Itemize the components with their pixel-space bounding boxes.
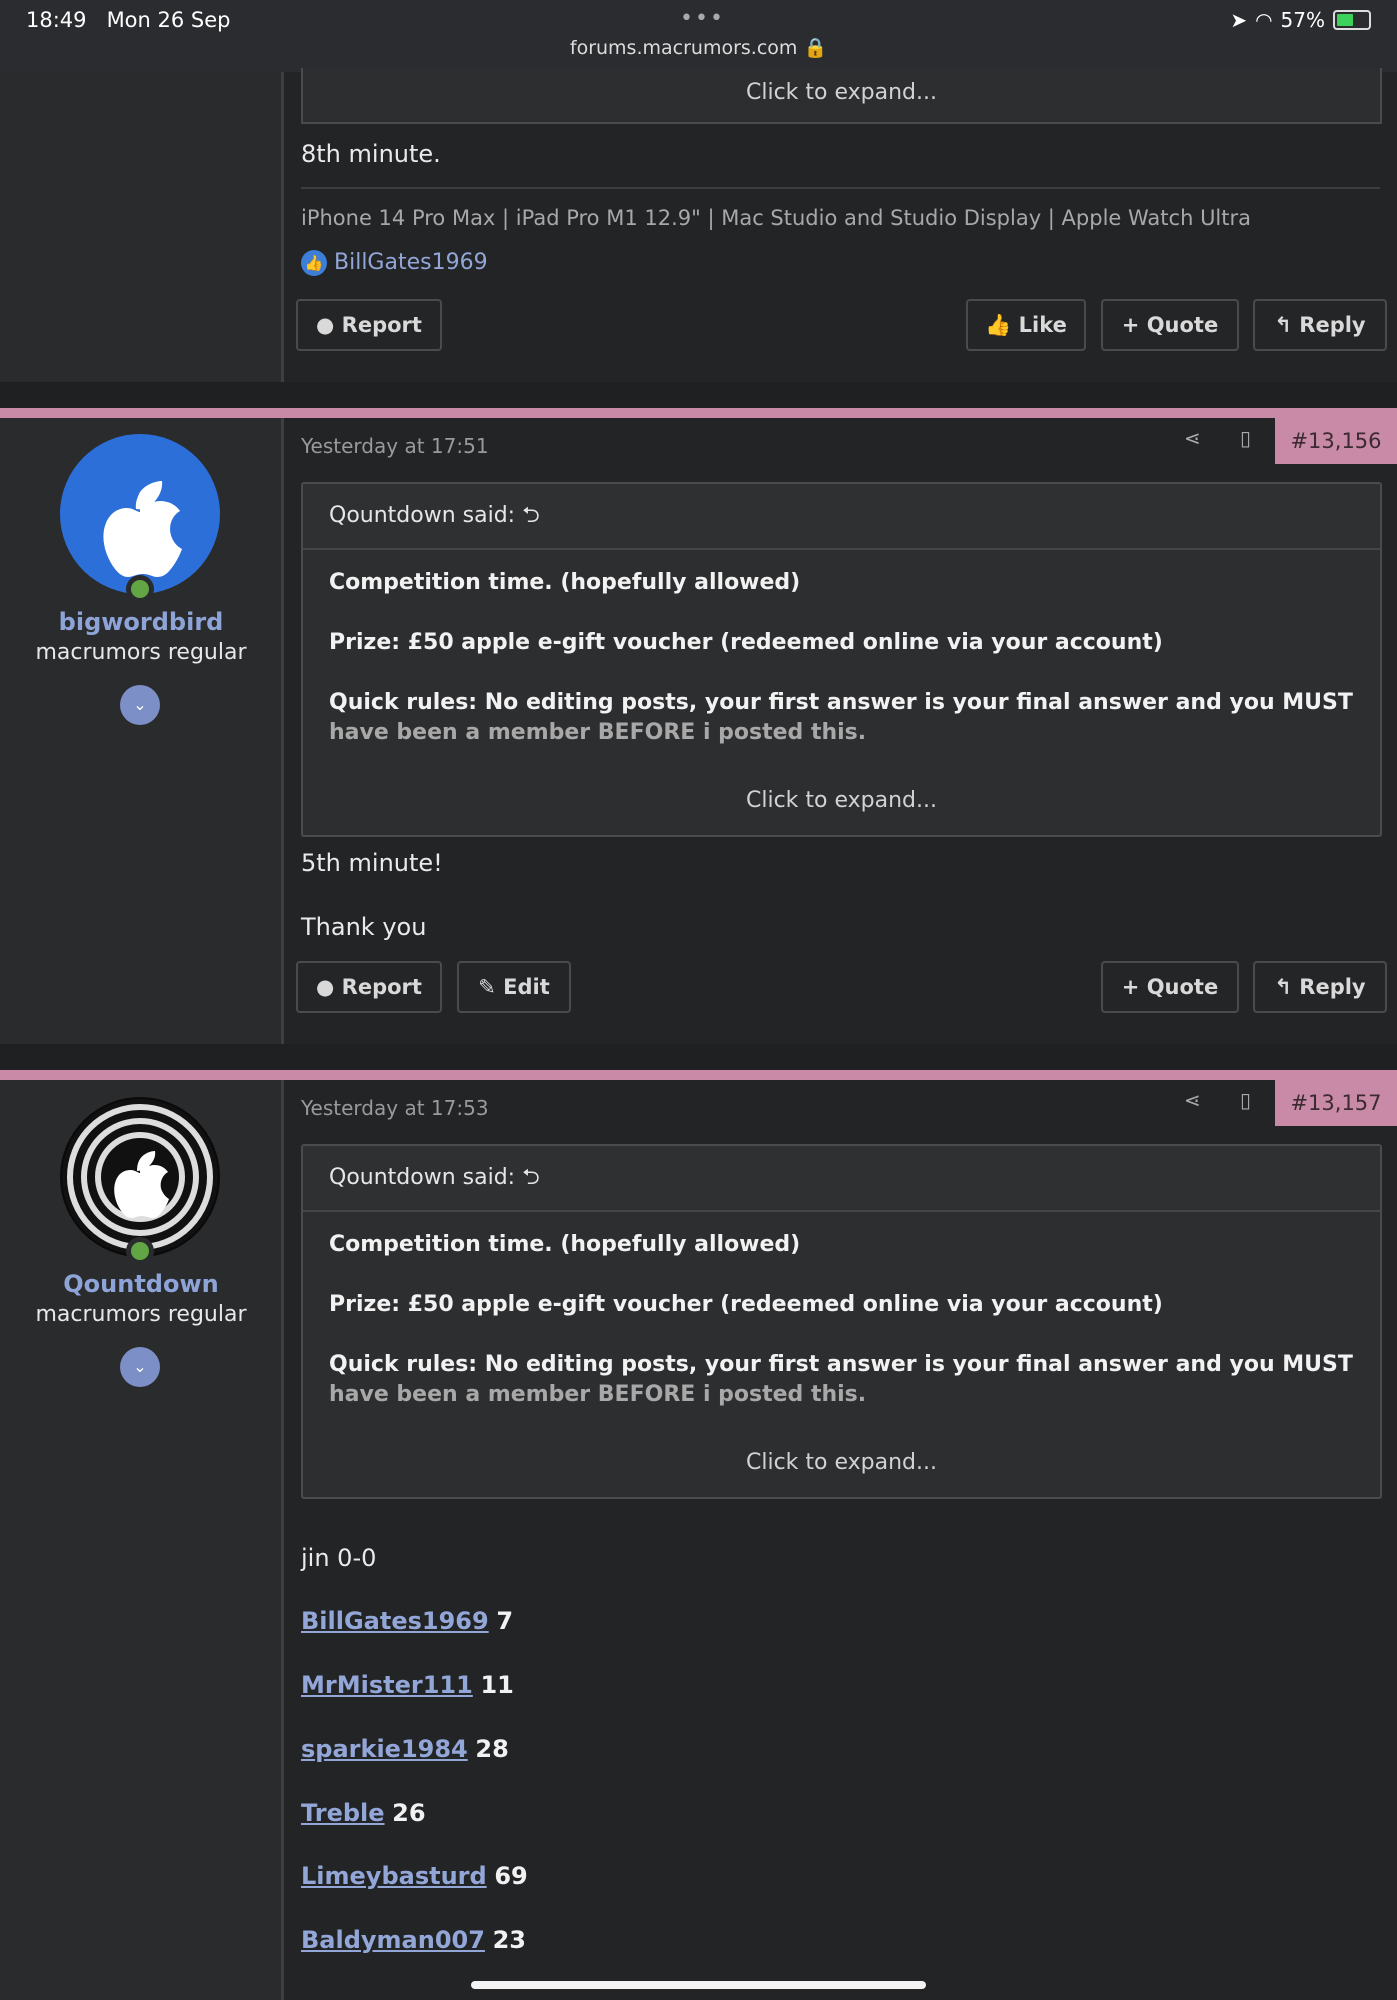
user-mention[interactable]: Baldyman007 — [301, 1926, 485, 1954]
jump-to-quote-icon[interactable]: ⮌ — [522, 1165, 540, 1190]
alert-icon: ● — [316, 975, 335, 999]
user-mention[interactable]: Treble — [301, 1799, 385, 1827]
post-number[interactable]: #13,156 — [1275, 418, 1397, 464]
entry-line: Limeybasturd 69 — [301, 1862, 528, 1890]
entry-line: sparkie1984 28 — [301, 1735, 509, 1763]
quote-button[interactable]: + Quote — [1101, 961, 1239, 1013]
more-dots-icon[interactable]: ••• — [680, 6, 725, 31]
post-accent-stripe — [0, 1070, 1397, 1080]
quote-button[interactable]: + Quote — [1101, 299, 1239, 351]
chevron-down-icon[interactable]: ⌄ — [120, 685, 160, 725]
reply-button[interactable]: ↰ Reply — [1253, 299, 1387, 351]
click-to-expand[interactable]: Click to expand... — [303, 748, 1380, 835]
signature-divider — [301, 187, 1380, 189]
post-accent-stripe — [0, 408, 1397, 418]
avatar[interactable] — [60, 434, 220, 594]
battery-percent: 57% — [1280, 8, 1325, 32]
entry-score: 7 — [496, 1607, 514, 1635]
lock-icon: 🔒 — [803, 37, 828, 59]
user-mention[interactable]: Limeybasturd — [301, 1862, 487, 1890]
status-indicators: ➤ ◠ 57% — [1230, 8, 1371, 32]
click-to-expand[interactable]: Click to expand... — [301, 68, 1382, 124]
post: Qountdown macrumors regular ⌄ Yesterday … — [0, 1070, 1397, 2000]
post-number[interactable]: #13,157 — [1275, 1080, 1397, 1126]
entry-line: MrMister111 11 — [301, 1671, 514, 1699]
reply-arrow-icon: ↰ — [1274, 975, 1292, 999]
home-indicator[interactable] — [471, 1981, 926, 1989]
entry-score: 23 — [492, 1926, 526, 1954]
user-column — [0, 72, 282, 382]
entry-score: 69 — [494, 1862, 528, 1890]
post-body-line: 5th minute! — [301, 849, 443, 877]
entry-line: Treble 26 — [301, 1799, 426, 1827]
previous-post: Click to expand... 8th minute. iPhone 14… — [0, 68, 1397, 382]
entry-score: 11 — [480, 1671, 514, 1699]
reactions-bar[interactable]: 👍 BillGates1969 — [301, 250, 488, 276]
bookmark-icon[interactable]: ▯ — [1240, 426, 1251, 450]
quote-header[interactable]: Qountdown said: ⮌ — [303, 484, 1380, 550]
post-body-line: Thank you — [301, 913, 427, 941]
username[interactable]: bigwordbird — [0, 608, 282, 636]
chevron-down-icon[interactable]: ⌄ — [120, 1347, 160, 1387]
post-body-line: jin 0-0 — [301, 1544, 377, 1572]
entry-line: Baldyman007 23 — [301, 1926, 526, 1954]
apple-logo-icon — [103, 481, 182, 577]
post-date[interactable]: Yesterday at 17:51 — [301, 434, 489, 458]
battery-icon — [1333, 10, 1371, 30]
plus-icon: + — [1121, 313, 1140, 337]
quote-block: Qountdown said: ⮌ Competition time. (hop… — [301, 1144, 1382, 1499]
quote-header[interactable]: Qountdown said: ⮌ — [303, 1146, 1380, 1212]
reply-arrow-icon: ↰ — [1274, 313, 1292, 337]
quote-body: Competition time. (hopefully allowed) Pr… — [303, 550, 1380, 748]
online-status-indicator — [126, 575, 154, 603]
quote-block: Qountdown said: ⮌ Competition time. (hop… — [301, 482, 1382, 837]
post-date[interactable]: Yesterday at 17:53 — [301, 1096, 489, 1120]
quote-line: Quick rules: No editing posts, your firs… — [329, 690, 1353, 745]
plus-icon: + — [1121, 975, 1140, 999]
post: bigwordbird macrumors regular ⌄ Yesterda… — [0, 408, 1397, 1044]
bookmark-icon[interactable]: ▯ — [1240, 1088, 1251, 1112]
share-icon[interactable]: ⋖ — [1184, 426, 1201, 450]
pencil-icon: ✎ — [478, 975, 496, 999]
apple-swirl-logo-icon — [62, 1099, 218, 1255]
alert-icon: ● — [316, 313, 335, 337]
signature: iPhone 14 Pro Max | iPad Pro M1 12.9" | … — [301, 206, 1252, 230]
quote-body: Competition time. (hopefully allowed) Pr… — [303, 1212, 1380, 1410]
status-time: 18:49 Mon 26 Sep — [26, 8, 231, 32]
quote-line: Competition time. (hopefully allowed) — [329, 1232, 801, 1257]
reply-button[interactable]: ↰ Reply — [1253, 961, 1387, 1013]
post-body: 8th minute. — [301, 140, 441, 168]
user-title: macrumors regular — [35, 1302, 247, 1327]
quote-line: Prize: £50 apple e-gift voucher (redeeme… — [329, 630, 1163, 655]
quote-line: Prize: £50 apple e-gift voucher (redeeme… — [329, 1292, 1163, 1317]
user-mention[interactable]: BillGates1969 — [301, 1607, 489, 1635]
quote-line: Competition time. (hopefully allowed) — [329, 570, 801, 595]
jump-to-quote-icon[interactable]: ⮌ — [522, 503, 540, 528]
report-button[interactable]: ● Report — [296, 961, 442, 1013]
click-to-expand[interactable]: Click to expand... — [303, 1410, 1380, 1497]
like-button[interactable]: 👍 Like — [966, 299, 1086, 351]
wifi-icon: ◠ — [1255, 8, 1273, 32]
quote-line: Quick rules: No editing posts, your firs… — [329, 1352, 1353, 1407]
share-icon[interactable]: ⋖ — [1184, 1088, 1201, 1112]
like-reaction-icon: 👍 — [301, 250, 327, 276]
username[interactable]: Qountdown — [0, 1270, 282, 1298]
liked-by-user[interactable]: BillGates1969 — [334, 250, 488, 275]
thumbs-up-icon: 👍 — [985, 313, 1012, 337]
user-mention[interactable]: sparkie1984 — [301, 1735, 468, 1763]
user-title: macrumors regular — [35, 640, 247, 665]
location-icon: ➤ — [1230, 8, 1248, 32]
user-mention[interactable]: MrMister111 — [301, 1671, 473, 1699]
avatar[interactable] — [60, 1097, 220, 1257]
online-status-indicator — [126, 1237, 154, 1265]
browser-status-bar: 18:49 Mon 26 Sep ••• forums.macrumors.co… — [0, 0, 1397, 72]
entry-line: BillGates1969 7 — [301, 1607, 513, 1635]
edit-button[interactable]: ✎ Edit — [457, 961, 571, 1013]
entry-score: 26 — [392, 1799, 426, 1827]
entry-score: 28 — [475, 1735, 509, 1763]
report-button[interactable]: ● Report — [296, 299, 442, 351]
url-bar[interactable]: forums.macrumors.com 🔒 — [0, 36, 1397, 59]
